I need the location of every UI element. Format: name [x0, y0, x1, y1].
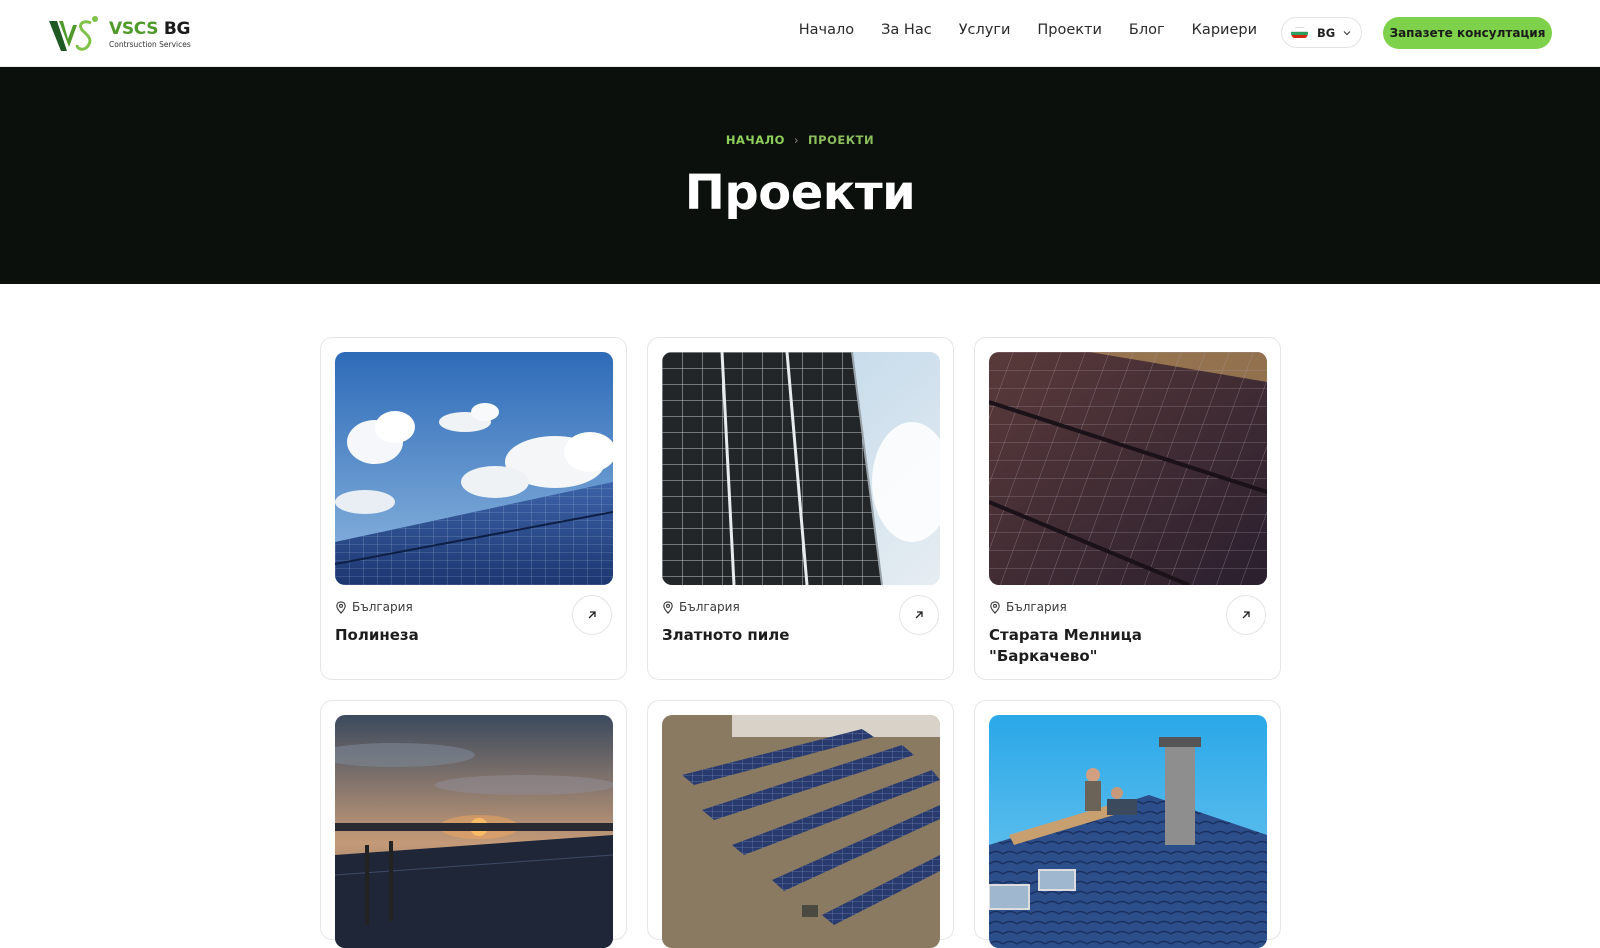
project-location: България	[989, 600, 1067, 614]
project-title[interactable]: Старата Мелница "Баркачево"	[989, 625, 1199, 667]
project-location-text: България	[679, 600, 740, 614]
page-hero: НАЧАЛО › ПРОЕКТИ Проекти	[0, 67, 1600, 284]
project-location: България	[335, 600, 413, 614]
project-card[interactable]: България Полинеза	[320, 337, 627, 680]
bulgaria-flag-icon	[1291, 26, 1308, 39]
nav-item-blog[interactable]: Блог	[1129, 22, 1165, 38]
project-title[interactable]: Златното пиле	[662, 625, 872, 646]
project-location: България	[662, 600, 740, 614]
project-image	[989, 715, 1267, 948]
open-project-button[interactable]	[899, 595, 939, 635]
location-pin-icon	[336, 600, 346, 614]
nav-item-projects[interactable]: Проекти	[1037, 22, 1102, 38]
project-card[interactable]: България Старата Мелница "Баркачево"	[974, 337, 1281, 680]
arrow-up-right-icon	[1242, 611, 1250, 619]
chevron-down-icon	[1343, 30, 1351, 35]
open-project-button[interactable]	[1226, 595, 1266, 635]
site-header: VSCS BG Contrsuction Services Начало За …	[0, 0, 1600, 67]
project-image	[335, 715, 613, 948]
language-code: BG	[1317, 25, 1336, 40]
language-selector[interactable]: BG	[1281, 17, 1362, 48]
nav-item-services[interactable]: Услуги	[959, 22, 1011, 38]
logo-mark-icon	[49, 16, 98, 51]
project-location-text: България	[352, 600, 413, 614]
nav-item-careers[interactable]: Кариери	[1192, 22, 1257, 38]
project-card[interactable]	[974, 700, 1281, 948]
open-project-button[interactable]	[572, 595, 612, 635]
book-consultation-button[interactable]: Запазете консултация	[1383, 17, 1552, 49]
logo-subtitle: Contrsuction Services	[109, 40, 191, 49]
breadcrumb: НАЧАЛО › ПРОЕКТИ	[0, 133, 1600, 147]
breadcrumb-separator-icon: ›	[793, 133, 800, 147]
logo-brand: VSCS BG	[109, 19, 191, 39]
location-pin-icon	[990, 600, 1000, 614]
arrow-up-right-icon	[588, 611, 596, 619]
breadcrumb-current: ПРОЕКТИ	[808, 133, 875, 147]
project-title[interactable]: Полинеза	[335, 625, 545, 646]
main-nav: Начало За Нас Услуги Проекти Блог Кариер…	[772, 22, 1257, 38]
project-card[interactable]	[320, 700, 627, 948]
project-image	[662, 352, 940, 585]
page-title: Проекти	[684, 165, 916, 221]
project-card[interactable]: България Златното пиле	[647, 337, 954, 680]
project-card[interactable]	[647, 700, 954, 948]
breadcrumb-home[interactable]: НАЧАЛО	[726, 133, 785, 147]
project-image	[335, 352, 613, 585]
project-image	[662, 715, 940, 948]
location-pin-icon	[663, 600, 673, 614]
project-image	[989, 352, 1267, 585]
nav-item-about[interactable]: За Нас	[881, 22, 932, 38]
project-location-text: България	[1006, 600, 1067, 614]
nav-item-home[interactable]: Начало	[799, 22, 854, 38]
arrow-up-right-icon	[915, 611, 923, 619]
logo[interactable]: VSCS BG Contrsuction Services	[47, 12, 207, 56]
